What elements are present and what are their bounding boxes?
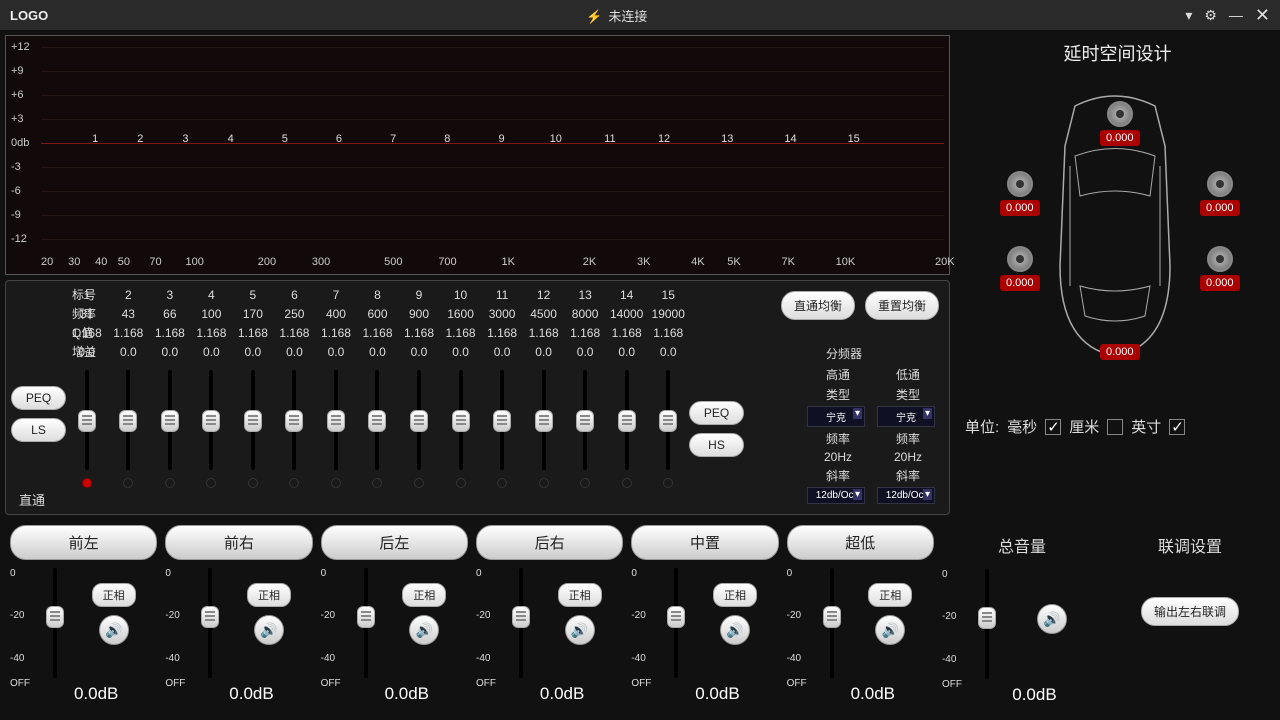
eq-slider-2[interactable]	[108, 370, 150, 470]
eq-slider-11[interactable]	[481, 370, 523, 470]
minimize-icon[interactable]: —	[1229, 7, 1243, 23]
eq-slider-6[interactable]	[274, 370, 316, 470]
eq-bypass-8[interactable]	[372, 478, 382, 488]
settings-icon[interactable]: ⚙	[1204, 7, 1217, 24]
title-bar: LOGO ⚡未连接 ▾ ⚙ — ✕	[0, 0, 1280, 30]
connection-status: ⚡未连接	[48, 6, 1185, 25]
eq-slider-15[interactable]	[647, 370, 689, 470]
eq-slider-9[interactable]	[398, 370, 440, 470]
eq-slider-1[interactable]	[66, 370, 108, 470]
channel-1-button[interactable]: 前右	[165, 525, 312, 560]
unit-inch-check[interactable]	[1169, 419, 1185, 435]
channel-1-slider[interactable]	[195, 568, 225, 688]
channel-3-slider[interactable]	[506, 568, 536, 688]
eq-bypass-14[interactable]	[622, 478, 632, 488]
delay-title: 延时空间设计	[965, 40, 1270, 66]
eq-slider-8[interactable]	[357, 370, 399, 470]
channel-3-mute[interactable]: 🔊	[565, 615, 595, 645]
hp-type-select[interactable]: 宁克	[807, 406, 865, 427]
channel-4-button[interactable]: 中置	[631, 525, 778, 560]
output-link-button[interactable]: 输出左右联调	[1141, 597, 1239, 626]
channel-3-phase[interactable]: 正相	[558, 583, 602, 607]
eq-slider-5[interactable]	[232, 370, 274, 470]
bypass-eq-button[interactable]: 直通均衡	[781, 291, 855, 320]
hp-slope-select[interactable]: 12db/Oct	[807, 487, 865, 504]
channel-5-mute[interactable]: 🔊	[875, 615, 905, 645]
channel-0-button[interactable]: 前左	[10, 525, 157, 560]
master-mute[interactable]: 🔊	[1037, 604, 1067, 634]
hs-button[interactable]: HS	[689, 433, 744, 457]
lp-type-select[interactable]: 宁克	[877, 406, 935, 427]
eq-slider-12[interactable]	[523, 370, 565, 470]
eq-slider-3[interactable]	[149, 370, 191, 470]
eq-bypass-13[interactable]	[580, 478, 590, 488]
channel-2-button[interactable]: 后左	[321, 525, 468, 560]
channel-2-phase[interactable]: 正相	[402, 583, 446, 607]
eq-bypass-3[interactable]	[165, 478, 175, 488]
crossover-title: 分频器	[749, 345, 939, 362]
close-icon[interactable]: ✕	[1255, 5, 1270, 26]
channel-4-mute[interactable]: 🔊	[720, 615, 750, 645]
channel-3-button[interactable]: 后右	[476, 525, 623, 560]
menu-icon[interactable]: ▾	[1185, 7, 1192, 24]
speaker-rr[interactable]: 0.000	[1200, 246, 1240, 291]
speaker-top[interactable]: 0.000	[1100, 101, 1140, 146]
unit-ms-check[interactable]	[1045, 419, 1061, 435]
eq-bypass-4[interactable]	[206, 478, 216, 488]
eq-bypass-11[interactable]	[497, 478, 507, 488]
eq-slider-10[interactable]	[440, 370, 482, 470]
channel-5-slider[interactable]	[817, 568, 847, 688]
eq-bypass-7[interactable]	[331, 478, 341, 488]
car-diagram: 0.000 0.000 0.000 0.000 0.000 0.000	[965, 86, 1265, 406]
eq-bypass-10[interactable]	[456, 478, 466, 488]
eq-bypass-9[interactable]	[414, 478, 424, 488]
channel-2-mute[interactable]: 🔊	[409, 615, 439, 645]
logo: LOGO	[10, 8, 48, 23]
channel-5-phase[interactable]: 正相	[868, 583, 912, 607]
channel-2-slider[interactable]	[351, 568, 381, 688]
peq2-button[interactable]: PEQ	[689, 401, 744, 425]
speaker-rl[interactable]: 0.000	[1000, 246, 1040, 291]
speaker-fl[interactable]: 0.000	[1000, 171, 1040, 216]
speaker-sub[interactable]: 0.000	[1100, 341, 1140, 360]
eq-bypass-1[interactable]	[82, 478, 92, 488]
eq-slider-14[interactable]	[606, 370, 648, 470]
unit-cm-check[interactable]	[1107, 419, 1123, 435]
eq-chart[interactable]: +12+9+6+30db-3-6-9-12 123456789101112131…	[5, 35, 950, 275]
eq-slider-7[interactable]	[315, 370, 357, 470]
bypass-label: 直通	[11, 490, 66, 509]
eq-bypass-2[interactable]	[123, 478, 133, 488]
eq-slider-13[interactable]	[564, 370, 606, 470]
speaker-fr[interactable]: 0.000	[1200, 171, 1240, 216]
eq-bypass-12[interactable]	[539, 478, 549, 488]
reset-eq-button[interactable]: 重置均衡	[865, 291, 939, 320]
channel-5-button[interactable]: 超低	[787, 525, 934, 560]
eq-bypass-6[interactable]	[289, 478, 299, 488]
channel-4-slider[interactable]	[661, 568, 691, 688]
ls-button[interactable]: LS	[11, 418, 66, 442]
channel-0-phase[interactable]: 正相	[92, 583, 136, 607]
channel-1-phase[interactable]: 正相	[247, 583, 291, 607]
link-title: 联调设置	[1110, 533, 1270, 557]
channel-0-mute[interactable]: 🔊	[99, 615, 129, 645]
lp-slope-select[interactable]: 12db/Oct	[877, 487, 935, 504]
channel-1-mute[interactable]: 🔊	[254, 615, 284, 645]
channel-0-slider[interactable]	[40, 568, 70, 688]
channel-4-phase[interactable]: 正相	[713, 583, 757, 607]
eq-panel: PEQ LS 直通 标号 频率 Q值 增益 1311.1680.02431.16…	[5, 280, 950, 515]
peq-button[interactable]: PEQ	[11, 386, 66, 410]
unit-label: 单位:	[965, 416, 999, 437]
eq-slider-4[interactable]	[191, 370, 233, 470]
master-slider[interactable]	[972, 569, 1002, 689]
master-title: 总音量	[942, 533, 1102, 557]
eq-bypass-15[interactable]	[663, 478, 673, 488]
eq-bypass-5[interactable]	[248, 478, 258, 488]
